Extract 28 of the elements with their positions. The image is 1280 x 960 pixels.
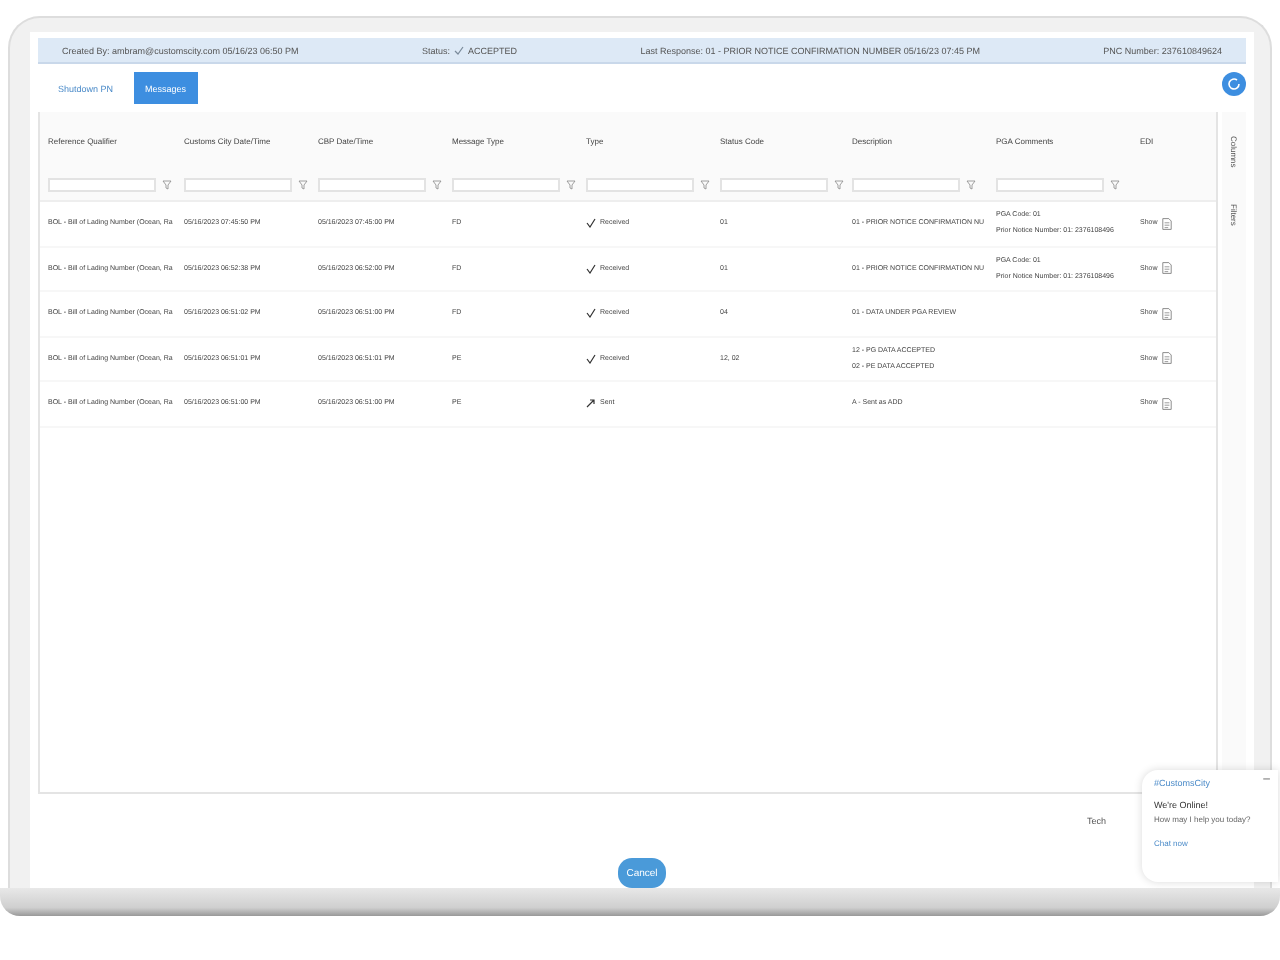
document-icon[interactable] [1161, 352, 1172, 365]
filter-icon[interactable] [162, 179, 172, 189]
filter-icon[interactable] [834, 179, 844, 189]
filter-field[interactable] [852, 177, 960, 191]
filter-field[interactable] [184, 177, 292, 191]
filter-icon[interactable] [566, 179, 576, 189]
document-icon[interactable] [1161, 307, 1172, 320]
filter-field[interactable] [996, 177, 1104, 191]
check-icon [586, 353, 596, 364]
check-icon [586, 308, 596, 319]
filter-field[interactable] [720, 177, 828, 191]
document-icon[interactable] [1161, 262, 1172, 275]
filter-field[interactable] [452, 177, 560, 191]
filter-field[interactable] [48, 177, 156, 191]
filter-icon[interactable] [1110, 179, 1120, 189]
filter-icon[interactable] [700, 179, 710, 189]
refresh-icon[interactable] [1222, 72, 1246, 96]
filter-field[interactable] [586, 177, 694, 191]
filter-icon[interactable] [966, 179, 976, 189]
check-icon [454, 45, 465, 55]
check-icon [586, 263, 596, 274]
filter-icon[interactable] [432, 179, 442, 189]
document-icon[interactable] [1161, 397, 1172, 410]
filter-field[interactable] [318, 177, 426, 191]
check-icon [586, 218, 596, 229]
document-icon[interactable] [1161, 217, 1172, 230]
filter-icon[interactable] [298, 179, 308, 189]
arrow-icon [586, 398, 596, 409]
